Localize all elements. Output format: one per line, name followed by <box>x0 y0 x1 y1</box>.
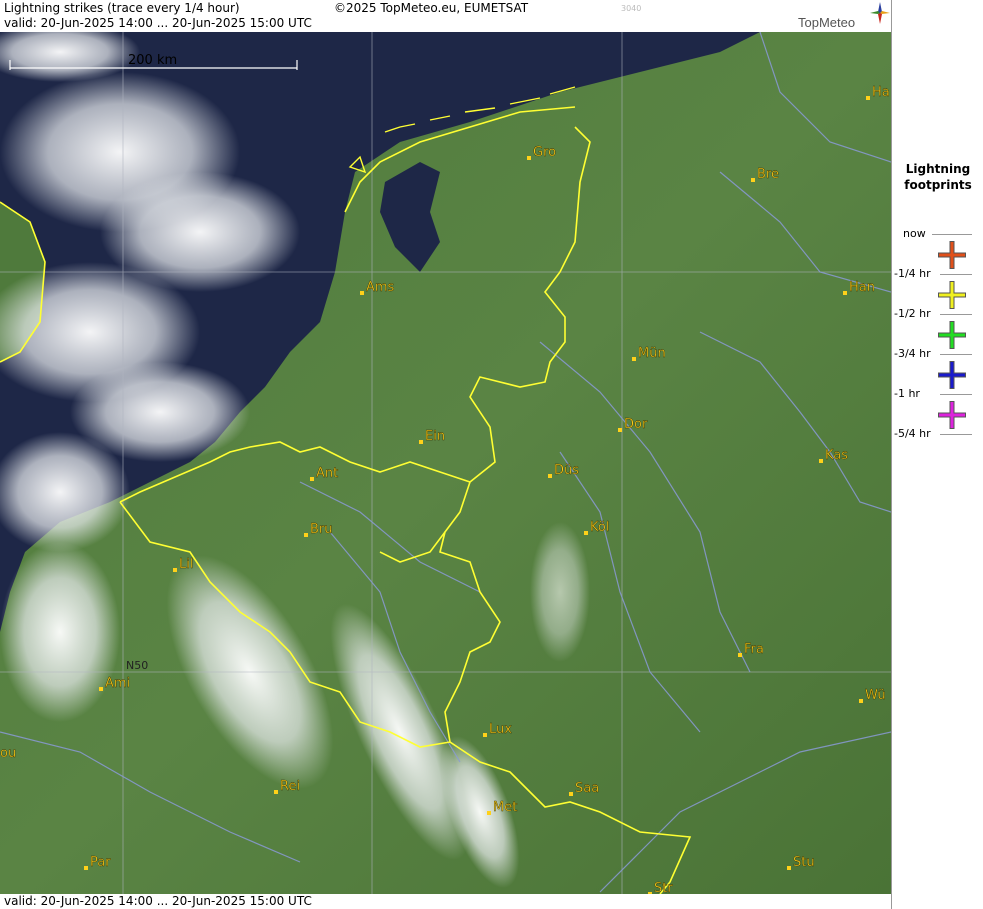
city-label: Rei <box>280 779 300 794</box>
legend-label: -1 hr <box>894 387 920 400</box>
topmeteo-logo[interactable]: TopMeteo <box>798 2 890 32</box>
lightning-cross-icon <box>938 361 966 389</box>
city-label: Ams <box>366 280 395 295</box>
valid-time-top: valid: 20-Jun-2025 14:00 ... 20-Jun-2025… <box>4 16 312 30</box>
city-label: Str <box>654 881 673 894</box>
city-label: Han <box>849 280 875 295</box>
lightning-cross-icon <box>938 401 966 429</box>
city-label: Dor <box>624 417 648 432</box>
legend-label: -1/4 hr <box>894 267 931 280</box>
header-bar: Lightning strikes (trace every 1/4 hour)… <box>0 0 891 32</box>
scale-bar-label: 200 km <box>128 53 177 68</box>
valid-time-bottom: valid: 20-Jun-2025 14:00 ... 20-Jun-2025… <box>4 894 312 908</box>
city-label: Gro <box>533 145 556 160</box>
city-marker <box>751 178 755 182</box>
city-marker <box>548 474 552 478</box>
city-marker <box>419 440 423 444</box>
legend-label: -5/4 hr <box>894 427 931 440</box>
city-label: Lux <box>489 722 512 737</box>
city-marker <box>584 531 588 535</box>
legend-divider <box>940 434 972 435</box>
city-marker <box>310 477 314 481</box>
legend-title-line1: Lightning <box>905 162 971 176</box>
city-marker <box>569 792 573 796</box>
city-marker <box>632 357 636 361</box>
legend-label: now <box>903 227 926 240</box>
city-label: Mün <box>638 346 666 361</box>
city-label: Stu <box>793 855 815 870</box>
city-marker <box>738 653 742 657</box>
city-marker <box>819 459 823 463</box>
legend-panel: Lightning footprints now -1/4 hr -1/2 hr -3… <box>891 0 983 909</box>
legend-divider <box>940 274 972 275</box>
city-label: Bru <box>310 522 333 537</box>
city-marker <box>483 733 487 737</box>
legend-label: -1/2 hr <box>894 307 931 320</box>
legend-divider <box>932 234 972 235</box>
city-label: Düs <box>554 463 579 478</box>
city-marker <box>843 291 847 295</box>
city-label: Kas <box>825 448 848 463</box>
copyright-text: ©2025 TopMeteo.eu, EUMETSAT <box>334 1 529 15</box>
map-canvas: 200 km N50 Ha Gro Bre Ams Han Mün Ein Dor Ant Düs… <box>0 32 891 894</box>
city-label: Ein <box>425 429 445 444</box>
city-marker <box>274 790 278 794</box>
city-label: Par <box>90 855 111 870</box>
logo-text: TopMeteo <box>798 15 856 30</box>
city-marker <box>527 156 531 160</box>
compass-star-icon <box>870 2 890 24</box>
legend-divider <box>940 314 972 315</box>
footer-bar: valid: 20-Jun-2025 14:00 ... 20-Jun-2025… <box>0 894 891 909</box>
city-label: Fra <box>744 642 764 657</box>
city-label: Ami <box>105 676 130 691</box>
city-label: Bre <box>757 167 779 182</box>
legend-divider <box>940 394 972 395</box>
city-marker <box>866 96 870 100</box>
city-marker <box>859 699 863 703</box>
map-code: 3040 <box>621 4 642 13</box>
city-marker <box>487 811 491 815</box>
legend-divider <box>940 354 972 355</box>
city-marker <box>360 291 364 295</box>
city-marker <box>787 866 791 870</box>
lightning-cross-icon <box>938 321 966 349</box>
lightning-cross-icon <box>938 281 966 309</box>
city-label: Lil <box>179 557 193 572</box>
city-label: Met <box>493 800 517 815</box>
city-label: Ant <box>316 466 338 481</box>
city-marker <box>618 428 622 432</box>
city-label: Saa <box>575 781 599 796</box>
lightning-cross-icon <box>938 241 966 269</box>
city-marker <box>173 568 177 572</box>
latitude-label: N50 <box>126 659 148 672</box>
city-label: Wü <box>865 688 886 703</box>
legend-title: Lightning footprints <box>892 161 983 193</box>
city-label: Ha <box>872 85 890 100</box>
city-marker <box>304 533 308 537</box>
legend-title-line2: footprints <box>904 178 972 192</box>
city-label: ou <box>0 746 16 761</box>
city-marker <box>99 687 103 691</box>
city-marker <box>84 866 88 870</box>
map-title: Lightning strikes (trace every 1/4 hour) <box>4 1 240 15</box>
city-label: Köl <box>590 520 609 535</box>
satellite-map[interactable]: 200 km N50 Ha Gro Bre Ams Han Mün Ein Dor Ant Düs… <box>0 32 891 894</box>
legend-label: -3/4 hr <box>894 347 931 360</box>
